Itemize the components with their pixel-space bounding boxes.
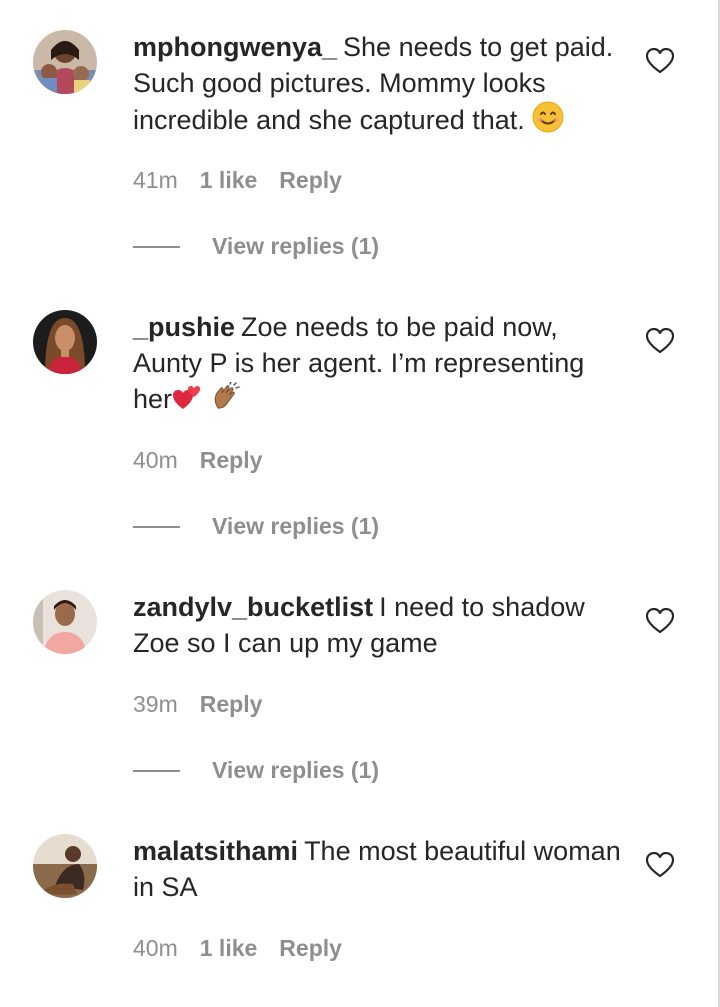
comment-item: _pushie Zoe needs to be paid now, Aunty P…: [0, 280, 718, 560]
comment-username[interactable]: malatsithami: [133, 836, 298, 866]
comment-likes[interactable]: 1 like: [200, 167, 258, 193]
replies-divider: [133, 246, 180, 248]
view-replies-button[interactable]: View replies (1): [212, 231, 379, 261]
like-heart-icon[interactable]: [645, 607, 675, 634]
view-replies-button[interactable]: View replies (1): [212, 511, 379, 541]
comment-time: 39m: [133, 691, 178, 717]
comment-item: malatsithami The most beautiful woman in …: [0, 804, 718, 1007]
comment-username[interactable]: mphongwenya_: [133, 32, 337, 62]
comment-text: mphongwenya_ She needs to get paid. Such …: [133, 29, 623, 142]
smiling-face-emoji-icon: [532, 101, 564, 142]
comment-time: 41m: [133, 167, 178, 193]
comment-time: 40m: [133, 447, 178, 473]
comment-text: zandylv_bucketlist I need to shadow Zoe s…: [133, 589, 623, 661]
avatar[interactable]: [33, 310, 97, 374]
like-heart-icon[interactable]: [645, 851, 675, 878]
replies-divider: [133, 770, 180, 772]
reply-button[interactable]: Reply: [200, 447, 263, 473]
comment-text: malatsithami The most beautiful woman in …: [133, 833, 623, 905]
comment-meta: 40m 1 like Reply: [133, 933, 342, 963]
comment-meta: 41m 1 like Reply: [133, 165, 342, 195]
two-hearts-emoji-icon: [172, 382, 202, 421]
replies-divider: [133, 526, 180, 528]
comment-username[interactable]: zandylv_bucketlist: [133, 592, 373, 622]
like-heart-icon[interactable]: [645, 47, 675, 74]
reply-button[interactable]: Reply: [279, 935, 342, 961]
comment-likes[interactable]: 1 like: [200, 935, 258, 961]
reply-button[interactable]: Reply: [279, 167, 342, 193]
comment-meta: 39m Reply: [133, 689, 262, 719]
clapping-hands-emoji-icon: [210, 381, 240, 421]
reply-button[interactable]: Reply: [200, 691, 263, 717]
comment-meta: 40m Reply: [133, 445, 262, 475]
comment-item: mphongwenya_ She needs to get paid. Such …: [0, 0, 718, 280]
comment-username[interactable]: _pushie: [133, 312, 235, 342]
avatar[interactable]: [33, 590, 97, 654]
avatar[interactable]: [33, 30, 97, 94]
like-heart-icon[interactable]: [645, 327, 675, 354]
view-replies-button[interactable]: View replies (1): [212, 755, 379, 785]
comment-text: _pushie Zoe needs to be paid now, Aunty P…: [133, 309, 623, 421]
comment-item: zandylv_bucketlist I need to shadow Zoe s…: [0, 560, 718, 804]
comment-time: 40m: [133, 935, 178, 961]
avatar[interactable]: [33, 834, 97, 898]
